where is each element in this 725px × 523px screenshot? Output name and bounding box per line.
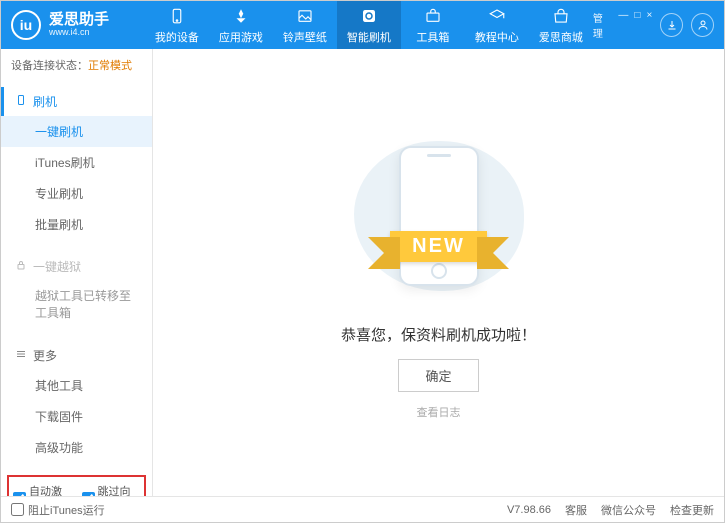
nav-toolbox[interactable]: 工具箱 — [401, 1, 465, 49]
device-icon — [167, 6, 187, 26]
nav-flash[interactable]: 智能刷机 — [337, 1, 401, 49]
manage-btn[interactable]: 管 理 — [593, 10, 613, 40]
nav-tutorials[interactable]: 教程中心 — [465, 1, 529, 49]
auto-activate-checkbox[interactable]: 自动激活 — [13, 483, 72, 496]
statusbar: 阻止iTunes运行 V7.98.66 客服 微信公众号 检查更新 — [1, 496, 724, 522]
close-btn[interactable]: × — [646, 10, 652, 40]
section-flash: 刷机 一键刷机 iTunes刷机 专业刷机 批量刷机 — [1, 81, 152, 246]
minimize-btn[interactable]: — — [618, 10, 628, 40]
section-jailbreak: 一键越狱 越狱工具已转移至工具箱 — [1, 246, 152, 335]
toolbox-icon — [423, 6, 443, 26]
sidebar-item-one-click-flash[interactable]: 一键刷机 — [1, 116, 152, 147]
check-update-link[interactable]: 检查更新 — [670, 502, 714, 518]
nav-apps[interactable]: 应用游戏 — [209, 1, 273, 49]
section-jailbreak-head[interactable]: 一键越狱 — [1, 252, 152, 281]
options-box: 自动激活 跳过向导 — [7, 475, 146, 496]
app-name: 爱思助手 — [49, 12, 109, 29]
store-icon — [551, 6, 571, 26]
new-ribbon: NEW — [325, 226, 553, 268]
ok-button[interactable]: 确定 — [398, 359, 478, 392]
titlebar-right: 管 理 — □ × — [593, 10, 714, 40]
nav-tabs: 我的设备 应用游戏 铃声壁纸 智能刷机 工具箱 教程中心 爱思商城 — [145, 1, 593, 49]
jailbreak-note: 越狱工具已转移至工具箱 — [1, 281, 152, 329]
nav-ringtones[interactable]: 铃声壁纸 — [273, 1, 337, 49]
logo: iu 爱思助手 www.i4.cn — [11, 10, 145, 40]
sidebar-item-other-tools[interactable]: 其他工具 — [1, 370, 152, 401]
view-log-link[interactable]: 查看日志 — [417, 404, 461, 420]
nav-my-device[interactable]: 我的设备 — [145, 1, 209, 49]
lock-icon — [15, 259, 27, 274]
success-illustration: NEW — [339, 126, 539, 306]
sidebar-item-itunes-flash[interactable]: iTunes刷机 — [1, 147, 152, 178]
connection-status: 设备连接状态：正常模式 — [1, 49, 152, 81]
block-itunes-checkbox[interactable]: 阻止iTunes运行 — [11, 502, 105, 518]
phone-icon — [15, 93, 27, 110]
body: 设备连接状态：正常模式 刷机 一键刷机 iTunes刷机 专业刷机 批量刷机 一… — [1, 49, 724, 496]
sidebar-item-batch-flash[interactable]: 批量刷机 — [1, 209, 152, 240]
version-label: V7.98.66 — [507, 504, 551, 516]
maximize-btn[interactable]: □ — [634, 10, 640, 40]
success-message: 恭喜您，保资料刷机成功啦！ — [341, 324, 536, 345]
main-content: NEW 恭喜您，保资料刷机成功啦！ 确定 查看日志 — [153, 49, 724, 496]
app-url: www.i4.cn — [49, 28, 109, 38]
logo-icon: iu — [11, 10, 41, 40]
titlebar: iu 爱思助手 www.i4.cn 我的设备 应用游戏 铃声壁纸 智能刷机 工具… — [1, 1, 724, 49]
tutorial-icon — [487, 6, 507, 26]
wechat-link[interactable]: 微信公众号 — [601, 502, 656, 518]
section-more-head[interactable]: 更多 — [1, 341, 152, 370]
sidebar-item-pro-flash[interactable]: 专业刷机 — [1, 178, 152, 209]
user-icon[interactable] — [691, 13, 714, 37]
app-window: iu 爱思助手 www.i4.cn 我的设备 应用游戏 铃声壁纸 智能刷机 工具… — [0, 0, 725, 523]
nav-store[interactable]: 爱思商城 — [529, 1, 593, 49]
skip-guide-checkbox[interactable]: 跳过向导 — [82, 483, 141, 496]
section-flash-head[interactable]: 刷机 — [1, 87, 152, 116]
wallpaper-icon — [295, 6, 315, 26]
customer-service-link[interactable]: 客服 — [565, 502, 587, 518]
sidebar-item-advanced[interactable]: 高级功能 — [1, 432, 152, 463]
sidebar: 设备连接状态：正常模式 刷机 一键刷机 iTunes刷机 专业刷机 批量刷机 一… — [1, 49, 153, 496]
flash-icon — [359, 6, 379, 26]
section-more: 更多 其他工具 下载固件 高级功能 — [1, 335, 152, 469]
download-icon[interactable] — [660, 13, 683, 37]
apps-icon — [231, 6, 251, 26]
window-controls: 管 理 — □ × — [593, 10, 652, 40]
sidebar-item-download-fw[interactable]: 下载固件 — [1, 401, 152, 432]
menu-icon — [15, 348, 27, 363]
